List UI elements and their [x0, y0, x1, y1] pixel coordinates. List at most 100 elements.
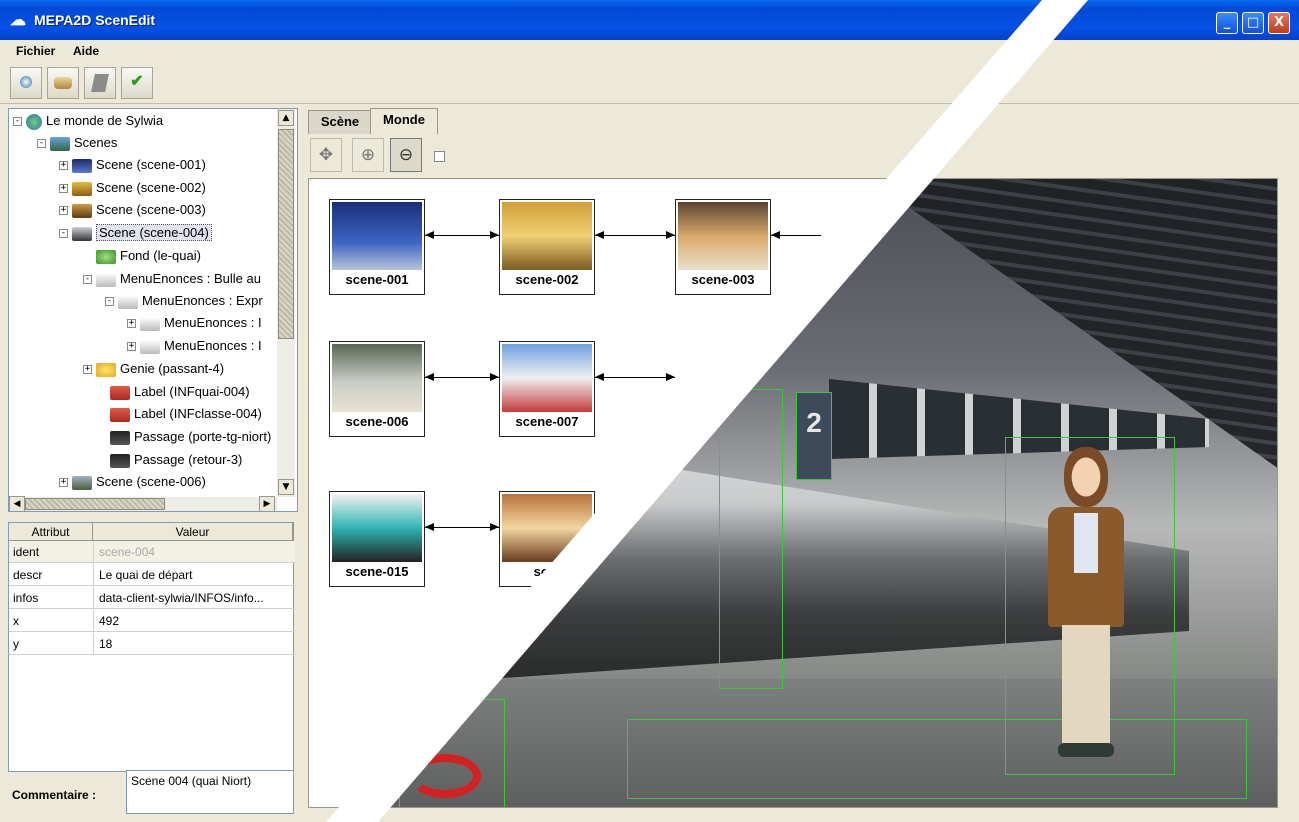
- scene-node[interactable]: scene-002: [499, 199, 595, 295]
- comment-field[interactable]: Scene 004 (quai Niort): [126, 770, 294, 814]
- genie-icon: [96, 362, 116, 377]
- expand-toggle[interactable]: +: [59, 206, 68, 216]
- tab-monde[interactable]: Monde: [370, 108, 438, 134]
- arrow-head-left: [595, 231, 604, 239]
- open-icon: [54, 77, 72, 89]
- scroll-up-icon[interactable]: ▲: [278, 110, 294, 126]
- open-button[interactable]: [47, 67, 79, 99]
- world-canvas[interactable]: scene-001 scene-002 scene-003 scene-006 scen…: [308, 178, 1278, 808]
- tree-item[interactable]: - MenuEnonces : Bulle au: [83, 269, 261, 289]
- zoom-out-button[interactable]: ⊖: [390, 138, 422, 172]
- tree-item[interactable]: + Genie (passant-4): [83, 359, 224, 379]
- scene-thumbnail: [678, 202, 768, 270]
- zoom-checkbox[interactable]: [434, 151, 445, 162]
- tree-label: Scene (scene-006): [96, 474, 206, 489]
- collapse-toggle[interactable]: -: [37, 139, 46, 149]
- tree-item[interactable]: Label (INFquai-004): [97, 382, 250, 402]
- property-row[interactable]: y 18: [9, 633, 295, 655]
- minimize-button[interactable]: _: [1216, 12, 1238, 34]
- scene-thumbnail: [332, 202, 422, 270]
- collapse-toggle[interactable]: -: [83, 275, 92, 285]
- title-bar[interactable]: ☁ MEPA2D ScenEdit _ □ X: [0, 0, 1299, 40]
- property-value[interactable]: 18: [99, 633, 289, 655]
- expand-toggle[interactable]: +: [83, 365, 92, 375]
- property-row[interactable]: ident scene-004: [9, 541, 295, 563]
- scroll-right-icon[interactable]: ▶: [259, 496, 275, 511]
- tree-item[interactable]: + Scene (scene-006): [59, 472, 206, 492]
- scroll-left-icon[interactable]: ◀: [9, 496, 25, 511]
- scene-node-label: scene-007: [515, 414, 579, 429]
- close-button[interactable]: X: [1268, 12, 1290, 34]
- new-button[interactable]: [10, 67, 42, 99]
- scene-node[interactable]: scene-006: [329, 341, 425, 437]
- scroll-down-icon[interactable]: ▼: [278, 479, 294, 495]
- tree-item[interactable]: + Scene (scene-001): [59, 155, 206, 175]
- pan-button[interactable]: ✥: [310, 138, 342, 172]
- tree-horizontal-scrollbar[interactable]: ◀ ▶: [9, 496, 277, 511]
- tree-item[interactable]: Passage (porte-tg-niort): [97, 427, 271, 447]
- tree-item[interactable]: - MenuEnonces : Expr: [105, 291, 263, 311]
- tree-item[interactable]: + Scene (scene-002): [59, 178, 206, 198]
- maximize-button[interactable]: □: [1242, 12, 1264, 34]
- arrow-head-right: [666, 231, 675, 239]
- tree-label: MenuEnonces : Bulle au: [120, 271, 261, 286]
- property-value[interactable]: scene-004: [99, 541, 289, 563]
- property-row[interactable]: infos data-client-sylwia/INFOS/info...: [9, 587, 295, 609]
- scene-node[interactable]: scene-001: [329, 199, 425, 295]
- collapse-toggle[interactable]: -: [13, 117, 22, 127]
- menu-icon: [96, 272, 116, 287]
- tree-item[interactable]: + Scene (scene-003): [59, 200, 206, 220]
- scene-icon: [72, 475, 92, 490]
- scroll-thumb[interactable]: [25, 498, 165, 510]
- validate-button[interactable]: ✔: [121, 67, 153, 99]
- expand-toggle[interactable]: +: [127, 319, 136, 329]
- collapse-toggle[interactable]: -: [105, 297, 114, 307]
- tree-label: MenuEnonces : I: [164, 315, 262, 330]
- zoom-in-button[interactable]: ⊕: [352, 138, 384, 172]
- header-attribut[interactable]: Attribut: [9, 523, 93, 541]
- tree-label: Scenes: [74, 135, 118, 150]
- save-button[interactable]: [84, 67, 116, 99]
- tree-item[interactable]: Passage (retour-3): [97, 450, 242, 470]
- tree-scenes-folder[interactable]: - Scenes: [37, 133, 117, 153]
- arrow-head-left: [425, 373, 434, 381]
- scene-node-label: scene-001: [345, 272, 409, 287]
- scene-tree[interactable]: - Le monde de Sylwia - Scenes + Scene (scen…: [8, 108, 298, 512]
- label-icon: [110, 385, 130, 400]
- tree-vertical-scrollbar[interactable]: ▲ ▼: [277, 109, 295, 497]
- scene-thumbnail: [332, 344, 422, 412]
- menu-fichier[interactable]: Fichier: [16, 44, 55, 58]
- tree-item[interactable]: Fond (le-quai): [83, 246, 201, 266]
- scene-photo-overlay: 2: [339, 179, 1277, 807]
- property-row[interactable]: descr Le quai de départ: [9, 564, 295, 586]
- tree-root[interactable]: - Le monde de Sylwia: [13, 111, 163, 131]
- property-attr: x: [13, 614, 19, 628]
- header-valeur[interactable]: Valeur: [93, 523, 293, 541]
- scroll-thumb[interactable]: [278, 129, 294, 339]
- property-value[interactable]: Le quai de départ: [99, 564, 289, 586]
- tab-scene[interactable]: Scène: [308, 110, 372, 134]
- tree-label: Label (INFclasse-004): [134, 406, 262, 421]
- collapse-toggle[interactable]: -: [59, 229, 68, 239]
- scene-node-label: scene-015: [345, 564, 409, 579]
- scene-node[interactable]: scene-007: [499, 341, 595, 437]
- property-value[interactable]: 492: [99, 610, 289, 632]
- property-row[interactable]: x 492: [9, 610, 295, 632]
- expand-toggle[interactable]: +: [127, 342, 136, 352]
- scene-node[interactable]: scene-003: [675, 199, 771, 295]
- expand-toggle[interactable]: +: [59, 161, 68, 171]
- background-icon: [96, 249, 116, 264]
- right-panel: Scène Monde ✥ ⊕ ⊖ scene-001 scene-002 scen…: [304, 108, 1296, 818]
- tree-item[interactable]: Label (INFclasse-004): [97, 404, 262, 424]
- tree-label: Scene (scene-003): [96, 202, 206, 217]
- tree-label: Scene (scene-002): [96, 180, 206, 195]
- scene-thumbnail: [502, 344, 592, 412]
- expand-toggle[interactable]: +: [59, 478, 68, 488]
- tree-item[interactable]: + MenuEnonces : I: [127, 313, 262, 333]
- menu-aide[interactable]: Aide: [73, 44, 99, 58]
- expand-toggle[interactable]: +: [59, 184, 68, 194]
- tree-item[interactable]: - Scene (scene-004): [59, 223, 212, 243]
- property-value[interactable]: data-client-sylwia/INFOS/info...: [99, 587, 289, 609]
- tree-item[interactable]: + MenuEnonces : I: [127, 336, 262, 356]
- scene-node[interactable]: scene-015: [329, 491, 425, 587]
